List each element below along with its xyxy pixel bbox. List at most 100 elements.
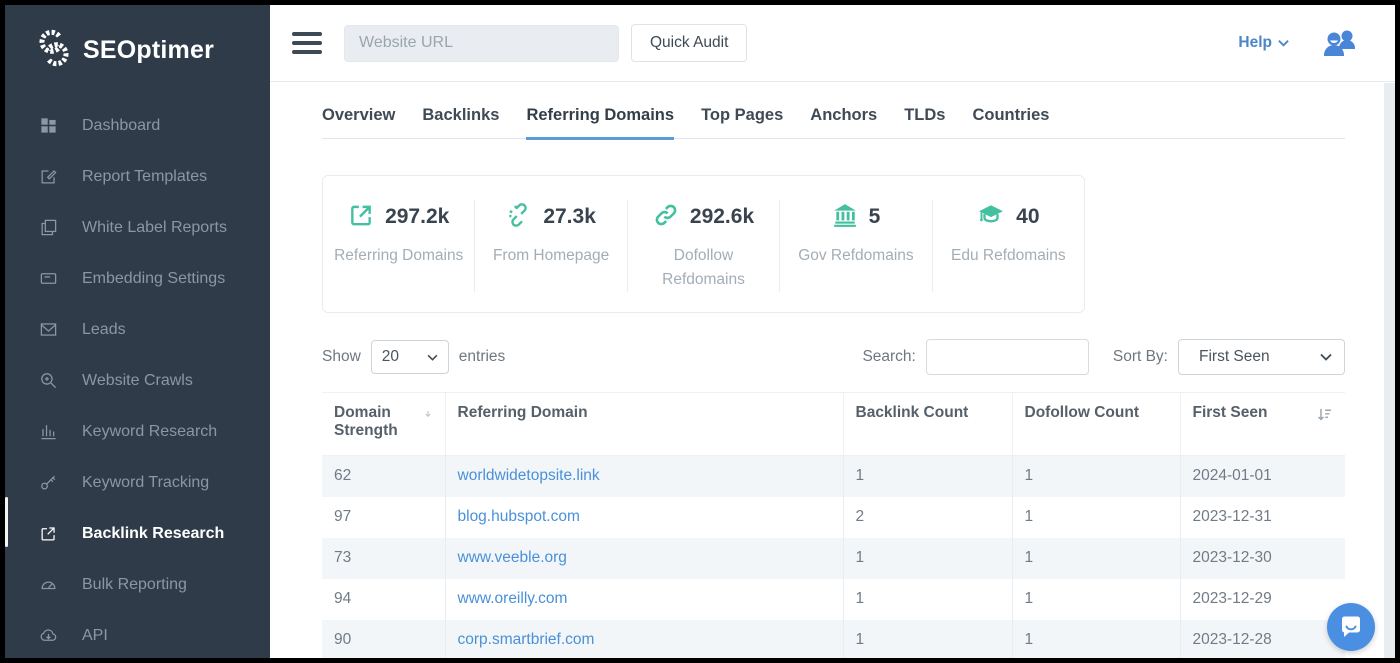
bank-icon [832,202,858,233]
column-header-first-seen[interactable]: First Seen [1180,393,1345,456]
tab-bar: Overview Backlinks Referring Domains Top… [322,100,1345,139]
sidebar-item-leads[interactable]: Leads [5,304,270,355]
gauge-cloud-icon [38,575,58,595]
chat-widget-button[interactable] [1327,603,1375,651]
logo[interactable]: SEOptimer [5,5,270,82]
entries-label: entries [459,348,506,366]
tab-referring-domains[interactable]: Referring Domains [526,100,674,140]
tab-countries[interactable]: Countries [972,100,1049,138]
stat-from-homepage: 27.3k From Homepage [474,200,626,292]
cell-backlink-count: 2 [843,497,1012,538]
tab-backlinks[interactable]: Backlinks [422,100,499,138]
quick-audit-button[interactable]: Quick Audit [631,24,747,62]
chevron-down-icon [427,354,438,361]
table-row: 62 worldwidetopsite.link 1 1 2024-01-01 [322,456,1345,497]
sidebar-item-label: Embedding Settings [82,270,225,288]
show-label: Show [322,348,361,366]
stat-gov-refdomains: 5 Gov Refdomains [779,200,931,292]
table-row: 90 corp.smartbrief.com 1 1 2023-12-28 [322,620,1345,661]
entries-count-value: 20 [382,348,399,366]
topbar: Quick Audit Help [270,5,1395,82]
search-label: Search: [862,348,915,366]
table-controls: Show 20 entries Search: Sort By: First S… [322,339,1345,375]
sidebar-item-embedding-settings[interactable]: Embedding Settings [5,253,270,304]
cell-referring-domain: blog.hubspot.com [445,497,843,538]
stat-label: Edu Refdomains [943,244,1073,268]
cell-first-seen: 2023-12-29 [1180,579,1345,620]
tab-overview[interactable]: Overview [322,100,395,138]
cell-dofollow-count: 1 [1012,579,1180,620]
hamburger-menu-icon[interactable] [292,32,322,54]
sort-by-value: First Seen [1199,348,1270,366]
sidebar-item-website-crawls[interactable]: Website Crawls [5,355,270,406]
tab-anchors[interactable]: Anchors [810,100,877,138]
table-header-row: Domain Strength Referring Domain Backlin… [322,393,1345,456]
cell-backlink-count: 1 [843,456,1012,497]
sidebar-item-dashboard[interactable]: Dashboard [5,100,270,151]
sidebar-item-keyword-tracking[interactable]: Keyword Tracking [5,457,270,508]
chevron-down-icon [1278,39,1289,47]
sidebar-item-label: Bulk Reporting [82,576,187,594]
cell-backlink-count: 1 [843,538,1012,579]
sidebar-item-backlink-research[interactable]: Backlink Research [5,508,270,559]
sidebar-item-api[interactable]: API [5,610,270,661]
website-url-input[interactable] [344,25,619,62]
sort-by-select[interactable]: First Seen [1178,339,1345,375]
help-label: Help [1238,34,1272,52]
stat-label: From Homepage [486,244,616,268]
chevron-down-icon [1320,353,1332,361]
column-header-referring-domain[interactable]: Referring Domain [445,393,843,456]
edit-note-icon [38,167,58,187]
entries-count-select[interactable]: 20 [371,340,449,374]
dashboard-grid-icon [38,116,58,136]
stat-label: Gov Refdomains [791,244,921,268]
broken-link-icon [506,202,532,233]
magnifier-plus-icon [38,371,58,391]
tab-tlds[interactable]: TLDs [904,100,945,138]
cell-backlink-count: 1 [843,579,1012,620]
vertical-scrollbar[interactable] [1384,83,1395,658]
referring-domains-table: Domain Strength Referring Domain Backlin… [322,392,1345,663]
referring-domain-link[interactable]: corp.smartbrief.com [458,631,595,648]
cell-dofollow-count: 1 [1012,620,1180,661]
column-header-backlink-count[interactable]: Backlink Count [843,393,1012,456]
seoptimer-gears-icon [35,29,73,72]
sidebar-item-bulk-reporting[interactable]: Bulk Reporting [5,559,270,610]
chain-link-icon [653,202,679,233]
cell-dofollow-count: 1 [1012,456,1180,497]
cell-domain-strength: 62 [322,456,445,497]
tab-top-pages[interactable]: Top Pages [701,100,783,138]
cell-referring-domain: corp.smartbrief.com [445,620,843,661]
stat-label: Referring Domains [334,244,464,268]
sidebar-item-label: Website Crawls [82,372,193,390]
bar-chart-icon [38,422,58,442]
referring-domain-link[interactable]: blog.hubspot.com [458,508,580,525]
cell-backlink-count: 1 [843,620,1012,661]
cell-domain-strength: 97 [322,497,445,538]
key-icon [38,473,58,493]
table-row: 73 www.veeble.org 1 1 2023-12-30 [322,538,1345,579]
cell-referring-domain: worldwidetopsite.link [445,456,843,497]
sort-amount-icon [1316,406,1333,423]
account-users-icon[interactable] [1323,28,1359,58]
cell-referring-domain: www.oreilly.com [445,579,843,620]
referring-domain-link[interactable]: www.veeble.org [458,549,567,566]
cell-dofollow-count: 1 [1012,497,1180,538]
search-input[interactable] [926,339,1089,375]
referring-domain-link[interactable]: worldwidetopsite.link [458,467,600,484]
cell-domain-strength: 94 [322,579,445,620]
referring-domain-link[interactable]: www.oreilly.com [458,590,568,607]
sidebar-item-white-label-reports[interactable]: White Label Reports [5,202,270,253]
sidebar-item-label: Dashboard [82,117,160,135]
sidebar-item-report-templates[interactable]: Report Templates [5,151,270,202]
column-header-dofollow-count[interactable]: Dofollow Count [1012,393,1180,456]
help-menu[interactable]: Help [1238,34,1289,52]
cell-first-seen: 2023-12-30 [1180,538,1345,579]
sidebar-scrollbar-thumb[interactable] [5,497,8,547]
sidebar-item-label: White Label Reports [82,219,227,237]
embed-card-icon [38,269,58,289]
column-header-domain-strength[interactable]: Domain Strength [322,393,445,456]
sidebar-item-keyword-research[interactable]: Keyword Research [5,406,270,457]
stat-referring-domains: 297.2k Referring Domains [323,200,474,292]
sidebar-item-label: Report Templates [82,168,207,186]
